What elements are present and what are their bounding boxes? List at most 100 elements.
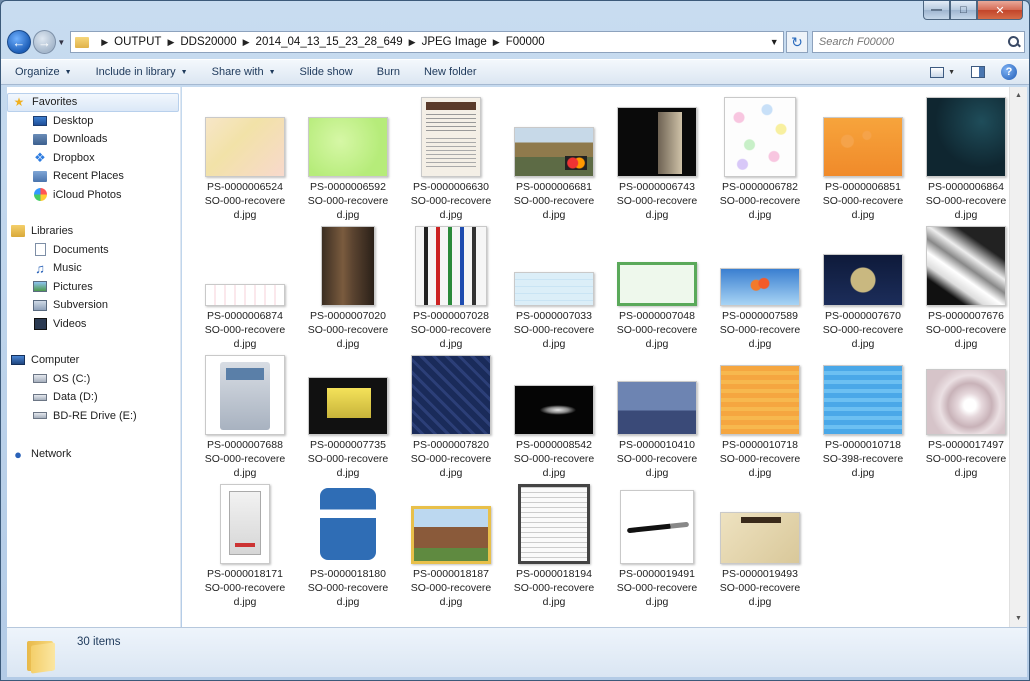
file-tile[interactable]: PS-0000007028 SO-000-recovere d.jpg (403, 222, 499, 350)
chevron-right-icon[interactable]: ▶ (243, 37, 250, 48)
file-tile[interactable]: PS-0000006851 SO-000-recovere d.jpg (815, 93, 911, 221)
thumbnail-area (918, 93, 1014, 177)
thumbnail-area (300, 222, 396, 306)
file-tile[interactable]: PS-0000019491 SO-000-recovere d.jpg (609, 480, 705, 608)
nav-item-downloads[interactable]: Downloads (7, 130, 180, 149)
forward-button[interactable]: → (32, 30, 57, 54)
search-icon[interactable] (1008, 36, 1020, 48)
file-tile[interactable]: PS-0000018187 SO-000-recovere d.jpg (403, 480, 499, 608)
file-tile[interactable]: PS-0000006524 SO-000-recovere d.jpg (197, 93, 293, 221)
close-button[interactable]: ✕ (977, 1, 1023, 20)
image-thumbnail (415, 226, 487, 306)
file-tile[interactable]: PS-0000007670 SO-000-recovere d.jpg (815, 222, 911, 350)
share-with-button[interactable]: Share with ▼ (212, 66, 276, 78)
file-tile[interactable]: PS-0000018171 SO-000-recovere d.jpg (197, 480, 293, 608)
file-tile[interactable]: PS-0000007735 SO-000-recovere d.jpg (300, 351, 396, 479)
file-name-line: SO-000-recovere (925, 324, 1007, 336)
network-icon: ● (14, 446, 22, 462)
minimize-button[interactable]: — (923, 1, 950, 20)
crumb-jpeg-image[interactable]: JPEG Image (422, 36, 487, 48)
nav-item-bd-re-drive-e[interactable]: BD-RE Drive (E:) (7, 407, 180, 426)
nav-item-dropbox[interactable]: ❖ Dropbox (7, 149, 180, 168)
file-tile[interactable]: PS-0000007048 SO-000-recovere d.jpg (609, 222, 705, 350)
file-name-line: d.jpg (748, 596, 772, 608)
file-tile[interactable]: PS-0000006592 SO-000-recovere d.jpg (300, 93, 396, 221)
nav-libraries[interactable]: Libraries (7, 222, 180, 241)
view-options-dropdown[interactable]: ▼ (948, 69, 955, 76)
chevron-right-icon[interactable]: ▶ (101, 37, 108, 48)
scroll-down-arrow-icon[interactable]: ▼ (1010, 610, 1027, 627)
libraries-icon (11, 224, 25, 238)
chevron-right-icon[interactable]: ▶ (167, 37, 174, 48)
image-thumbnail (926, 97, 1006, 177)
nav-item-desktop[interactable]: Desktop (7, 112, 180, 131)
caret-down-icon: ▼ (268, 68, 276, 76)
file-tile[interactable]: PS-0000006681 SO-000-recovere d.jpg (506, 93, 602, 221)
chevron-right-icon[interactable]: ▶ (409, 37, 416, 48)
nav-item-documents[interactable]: Documents (7, 241, 180, 260)
crumb-f00000[interactable]: F00000 (506, 36, 545, 48)
nav-item-label: Desktop (53, 114, 94, 127)
details-pane: 30 items (7, 627, 1027, 677)
new-folder-button[interactable]: New folder (424, 66, 477, 78)
file-tile[interactable]: PS-0000007589 SO-000-recovere d.jpg (712, 222, 808, 350)
image-thumbnail (724, 97, 796, 177)
file-tile[interactable]: PS-0000018180 SO-000-recovere d.jpg (300, 480, 396, 608)
file-tile[interactable]: PS-0000018194 SO-000-recovere d.jpg (506, 480, 602, 608)
file-tile[interactable]: PS-0000007820 SO-000-recovere d.jpg (403, 351, 499, 479)
nav-favorites[interactable]: ★ Favorites (7, 93, 179, 112)
nav-item-music[interactable]: ♫ Music (7, 259, 180, 278)
search-input[interactable] (818, 36, 999, 48)
file-name-line: SO-000-recovere (410, 582, 492, 594)
breadcrumb[interactable]: ▶ OUTPUT ▶ DDS20000 ▶ 2014_04_13_15_23_2… (70, 31, 785, 53)
crumb-timestamp-folder[interactable]: 2014_04_13_15_23_28_649 (256, 36, 403, 48)
nav-network[interactable]: ● Network (7, 445, 180, 464)
file-name-line: PS-0000019491 (619, 568, 695, 580)
nav-item-os-c[interactable]: OS (C:) (7, 370, 180, 389)
crumb-dds20000[interactable]: DDS20000 (180, 36, 236, 48)
file-tile[interactable]: PS-0000010410 SO-000-recovere d.jpg (609, 351, 705, 479)
help-icon[interactable]: ? (1001, 64, 1017, 80)
recent-pages-dropdown[interactable]: ▼ (56, 38, 66, 47)
file-tile[interactable]: PS-0000017497 SO-000-recovere d.jpg (918, 351, 1014, 479)
file-tile[interactable]: PS-0000006874 SO-000-recovere d.jpg (197, 222, 293, 350)
change-view-icon[interactable] (930, 66, 945, 78)
nav-item-icloud-photos[interactable]: iCloud Photos (7, 186, 180, 205)
file-name-line: d.jpg (851, 209, 875, 221)
maximize-button[interactable]: □ (950, 1, 977, 20)
file-tile[interactable]: PS-0000007688 SO-000-recovere d.jpg (197, 351, 293, 479)
burn-button[interactable]: Burn (377, 66, 400, 78)
file-tile[interactable]: PS-0000010718 SO-000-recovere d.jpg (712, 351, 808, 479)
nav-item-subversion[interactable]: Subversion (7, 296, 180, 315)
file-tile[interactable]: PS-0000006743 SO-000-recovere d.jpg (609, 93, 705, 221)
file-name: PS-0000007676 SO-000-recovere d.jpg (918, 309, 1014, 351)
nav-item-recent-places[interactable]: Recent Places (7, 167, 180, 186)
file-tile[interactable]: PS-0000019493 SO-000-recovere d.jpg (712, 480, 808, 608)
file-tile[interactable]: PS-0000006630 SO-000-recovere d.jpg (403, 93, 499, 221)
address-history-dropdown[interactable]: ▼ (765, 37, 783, 47)
file-tile[interactable]: PS-0000006864 SO-000-recovere d.jpg (918, 93, 1014, 221)
slide-show-button[interactable]: Slide show (300, 66, 353, 78)
nav-item-data-d[interactable]: Data (D:) (7, 388, 180, 407)
nav-item-pictures[interactable]: Pictures (7, 278, 180, 297)
preview-pane-icon[interactable] (971, 66, 985, 78)
vertical-scrollbar[interactable]: ▲ ▼ (1009, 87, 1027, 627)
chevron-right-icon[interactable]: ▶ (493, 37, 500, 48)
file-tile[interactable]: PS-0000008542 SO-000-recovere d.jpg (506, 351, 602, 479)
nav-computer[interactable]: Computer (7, 351, 180, 370)
nav-item-videos[interactable]: Videos (7, 315, 180, 334)
file-tile[interactable]: PS-0000007033 SO-000-recovere d.jpg (506, 222, 602, 350)
crumb-output[interactable]: OUTPUT (114, 36, 161, 48)
folder-icon (75, 36, 90, 48)
organize-button[interactable]: Organize ▼ (15, 66, 72, 78)
refresh-button[interactable]: ↻ (786, 31, 808, 53)
include-in-library-button[interactable]: Include in library ▼ (96, 66, 188, 78)
file-tile[interactable]: PS-0000007676 SO-000-recovere d.jpg (918, 222, 1014, 350)
file-tile[interactable]: PS-0000006782 SO-000-recovere d.jpg (712, 93, 808, 221)
scroll-up-arrow-icon[interactable]: ▲ (1010, 87, 1027, 104)
file-tile[interactable]: PS-0000007020 SO-000-recovere d.jpg (300, 222, 396, 350)
thumbnail-area (300, 480, 396, 564)
file-tile[interactable]: PS-0000010718 SO-398-recovere d.jpg (815, 351, 911, 479)
back-button[interactable]: ← (7, 30, 31, 54)
file-name-line: d.jpg (954, 209, 978, 221)
